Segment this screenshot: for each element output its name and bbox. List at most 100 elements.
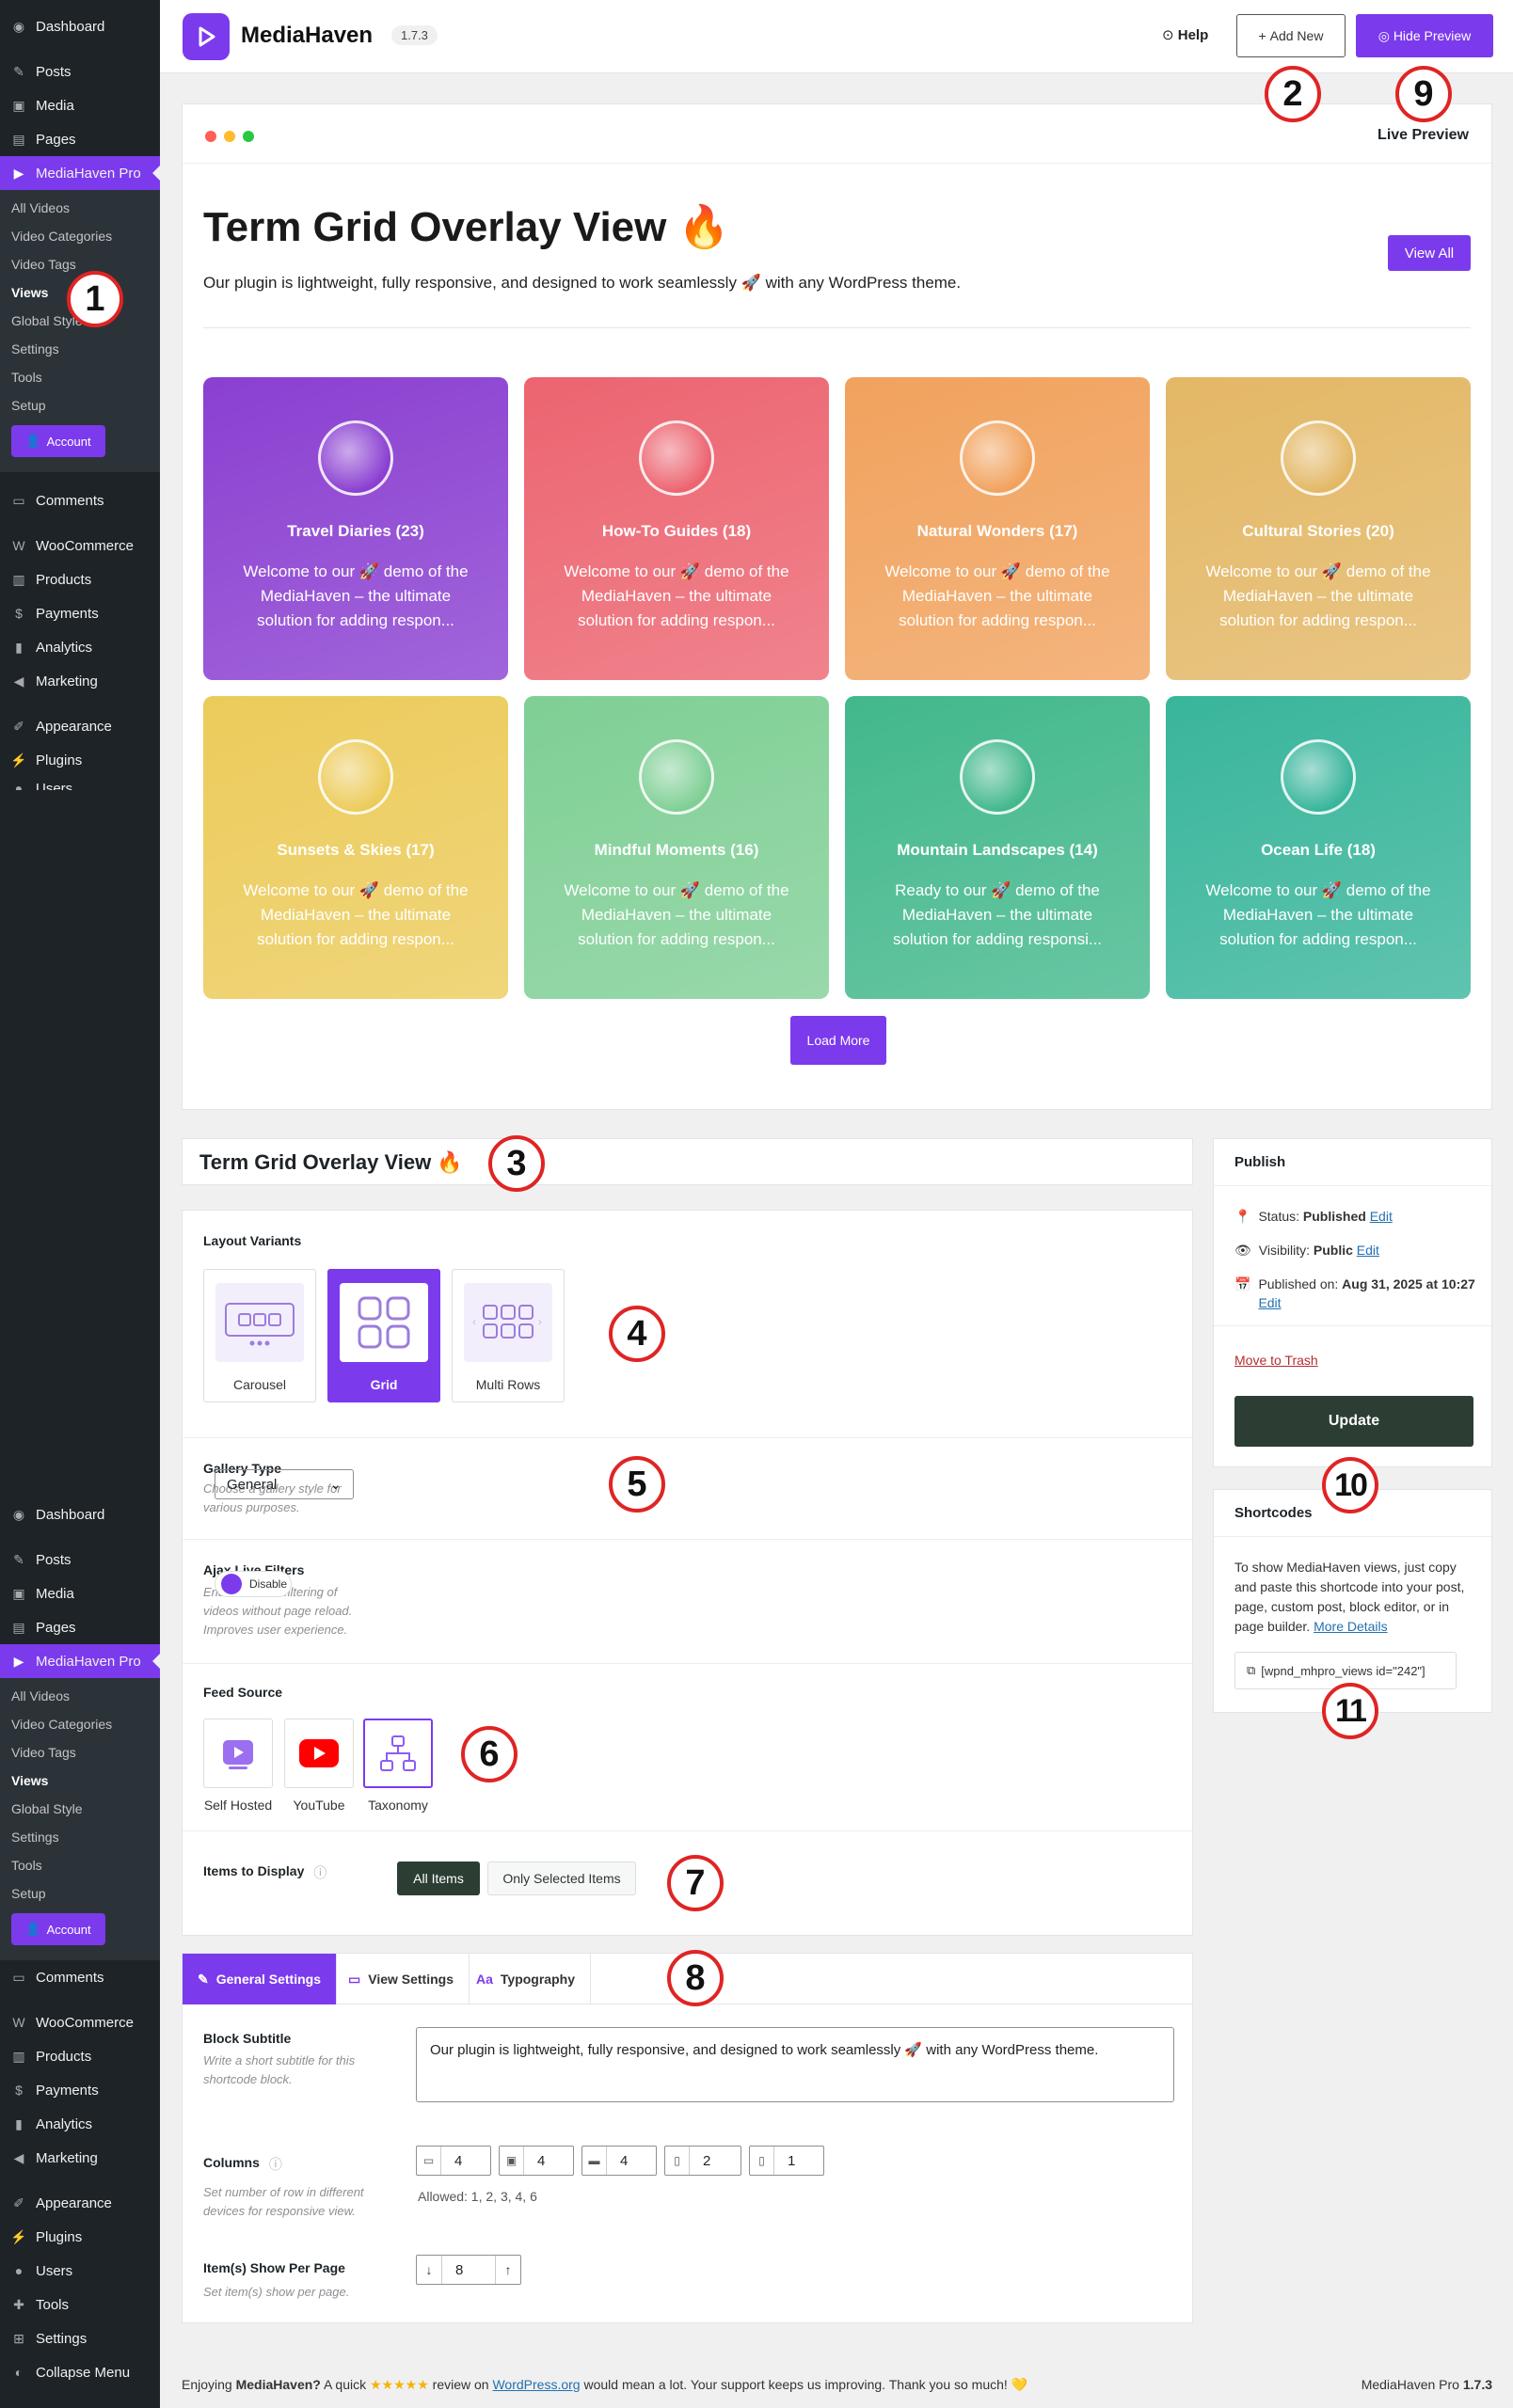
term-card[interactable]: Mountain Landscapes (14) Ready to our 🚀 d… [845, 696, 1150, 999]
hide-preview-button[interactable]: ◎ Hide Preview [1356, 14, 1493, 57]
gallery-type-select[interactable]: General ⌄ [215, 1469, 354, 1499]
submenu-tools[interactable]: Tools [0, 363, 160, 391]
columns-desktop-input[interactable]: ▭ 4 [416, 2146, 491, 2176]
menu-comments-2[interactable]: ▭ Comments [0, 1960, 160, 1994]
variant-carousel[interactable]: Carousel [203, 1269, 316, 1402]
desktop-icon: ▭ [417, 2147, 441, 2175]
menu-dashboard[interactable]: ◉ Dashboard [0, 9, 160, 43]
increment-icon[interactable]: ↑ [496, 2256, 520, 2284]
edit-visibility-link[interactable]: Edit [1357, 1243, 1379, 1258]
more-details-link[interactable]: More Details [1314, 1619, 1388, 1634]
tab-typography[interactable]: Aa Typography [461, 1954, 591, 2004]
ajax-filters-toggle[interactable]: Disable [215, 1571, 292, 1597]
view-title-field[interactable]: Term Grid Overlay View 🔥 [182, 1138, 1193, 1185]
menu-collapse[interactable]: ◐ Collapse Menu [0, 2355, 160, 2389]
menu-users[interactable]: ● Users [0, 2254, 160, 2288]
menu-pages-2[interactable]: ▤ Pages [0, 1610, 160, 1644]
term-card[interactable]: Mindful Moments (16) Welcome to our 🚀 dem… [524, 696, 829, 999]
add-new-button[interactable]: + Add New [1236, 14, 1346, 57]
submenu-settings[interactable]: Settings [0, 335, 160, 363]
submenu-video-categories[interactable]: Video Categories [0, 1710, 160, 1738]
submenu-tools[interactable]: Tools [0, 1851, 160, 1879]
menu-plugins[interactable]: ⚡ Plugins [0, 743, 160, 777]
variant-multi-rows[interactable]: ‹ › Multi Rows [452, 1269, 565, 1402]
feed-self-hosted[interactable]: Self Hosted [203, 1719, 273, 1813]
annotation-marker-8: 8 [667, 1950, 724, 2006]
menu-media-2[interactable]: ▣ Media [0, 1576, 160, 1610]
block-subtitle-textarea[interactable]: Our plugin is lightweight, fully respons… [416, 2027, 1174, 2102]
eye-icon: ◎ [1378, 27, 1394, 43]
menu-pages[interactable]: ▤ Pages [0, 122, 160, 156]
submenu-video-categories[interactable]: Video Categories [0, 222, 160, 250]
edit-status-link[interactable]: Edit [1370, 1209, 1393, 1224]
menu-users-cut[interactable]: ● Users [0, 777, 160, 790]
term-thumbnail [1281, 420, 1356, 496]
menu-posts-2[interactable]: ✎ Posts [0, 1543, 160, 1576]
submenu-video-tags[interactable]: Video Tags [0, 1738, 160, 1766]
submenu-settings[interactable]: Settings [0, 1823, 160, 1851]
menu-mediahaven-pro[interactable]: ▶ MediaHaven Pro [0, 156, 160, 190]
account-button[interactable]: 👤 Account [11, 425, 105, 457]
term-thumbnail [960, 420, 1035, 496]
menu-analytics[interactable]: ▮ Analytics [0, 630, 160, 664]
rating-stars: ★★★★★ [370, 2377, 429, 2392]
term-card-description: Welcome to our 🚀 demo of the MediaHaven … [1205, 562, 1431, 629]
move-to-trash-link[interactable]: Move to Trash [1234, 1353, 1318, 1368]
tab-general-settings[interactable]: ✎ General Settings [183, 1954, 337, 2004]
columns-mobile-input[interactable]: ▯ 1 [749, 2146, 824, 2176]
menu-plugins-2[interactable]: ⚡ Plugins [0, 2220, 160, 2254]
menu-products[interactable]: ▥ Products [0, 562, 160, 596]
variant-grid[interactable]: Grid [327, 1269, 440, 1402]
all-items-button[interactable]: All Items [397, 1861, 480, 1895]
user-icon: 👤 [25, 1922, 41, 1936]
wordpress-org-link[interactable]: WordPress.org [492, 2377, 580, 2392]
columns-tablet-input[interactable]: ▯ 2 [664, 2146, 741, 2176]
feed-youtube[interactable]: YouTube [284, 1719, 354, 1813]
submenu-global-style[interactable]: Global Style [0, 1795, 160, 1823]
help-link[interactable]: ⊙ Help [1162, 26, 1208, 43]
submenu-setup[interactable]: Setup [0, 1879, 160, 1908]
publish-box: Publish 📍 Status: Published Edit 👁 Visibil… [1213, 1138, 1492, 1467]
submenu-views[interactable]: Views [0, 1766, 160, 1795]
account-button-2[interactable]: 👤 Account [11, 1913, 105, 1945]
tab-view-settings[interactable]: ▭ View Settings [333, 1954, 470, 2004]
term-card[interactable]: Cultural Stories (20) Welcome to our 🚀 de… [1166, 377, 1471, 680]
feed-taxonomy[interactable]: Taxonomy [363, 1719, 433, 1813]
update-button[interactable]: Update [1234, 1396, 1473, 1447]
only-selected-items-button[interactable]: Only Selected Items [487, 1861, 636, 1895]
columns-tablet-landscape-input[interactable]: ▬ 4 [581, 2146, 657, 2176]
menu-comments[interactable]: ▭ Comments [0, 483, 160, 517]
menu-products-2[interactable]: ▥ Products [0, 2039, 160, 2073]
status-line: 📍 Status: Published Edit [1234, 1209, 1393, 1224]
term-card[interactable]: Travel Diaries (23) Welcome to our 🚀 demo… [203, 377, 508, 680]
menu-mediahaven-pro-2[interactable]: ▶ MediaHaven Pro [0, 1644, 160, 1678]
menu-posts[interactable]: ✎ Posts [0, 55, 160, 88]
submenu-setup[interactable]: Setup [0, 391, 160, 420]
menu-payments[interactable]: $ Payments [0, 596, 160, 630]
term-card[interactable]: Natural Wonders (17) Welcome to our 🚀 dem… [845, 377, 1150, 680]
columns-laptop-input[interactable]: ▣ 4 [499, 2146, 574, 2176]
menu-tools[interactable]: ✚ Tools [0, 2288, 160, 2321]
menu-analytics-2[interactable]: ▮ Analytics [0, 2107, 160, 2141]
submenu-all-videos[interactable]: All Videos [0, 194, 160, 222]
taxonomy-icon [363, 1719, 433, 1788]
menu-woocommerce[interactable]: W WooCommerce [0, 529, 160, 562]
menu-marketing[interactable]: ◀ Marketing [0, 664, 160, 698]
menu-settings[interactable]: ⊞ Settings [0, 2321, 160, 2355]
edit-date-link[interactable]: Edit [1258, 1295, 1281, 1310]
load-more-button[interactable]: Load More [790, 1016, 886, 1065]
term-card[interactable]: Sunsets & Skies (17) Welcome to our 🚀 dem… [203, 696, 508, 999]
per-page-stepper[interactable]: ↓ 8 ↑ [416, 2255, 521, 2285]
menu-marketing-2[interactable]: ◀ Marketing [0, 2141, 160, 2175]
menu-woocommerce-2[interactable]: W WooCommerce [0, 2005, 160, 2039]
menu-appearance-2[interactable]: ✐ Appearance [0, 2186, 160, 2220]
menu-appearance[interactable]: ✐ Appearance [0, 709, 160, 743]
term-card[interactable]: Ocean Life (18) Welcome to our 🚀 demo of … [1166, 696, 1471, 999]
menu-media[interactable]: ▣ Media [0, 88, 160, 122]
term-card[interactable]: How-To Guides (18) Welcome to our 🚀 demo … [524, 377, 829, 680]
menu-dashboard-2[interactable]: ◉ Dashboard [0, 1497, 160, 1531]
view-all-button[interactable]: View All [1388, 235, 1471, 271]
submenu-all-videos[interactable]: All Videos [0, 1682, 160, 1710]
decrement-icon[interactable]: ↓ [417, 2256, 441, 2284]
menu-payments-2[interactable]: $ Payments [0, 2073, 160, 2107]
